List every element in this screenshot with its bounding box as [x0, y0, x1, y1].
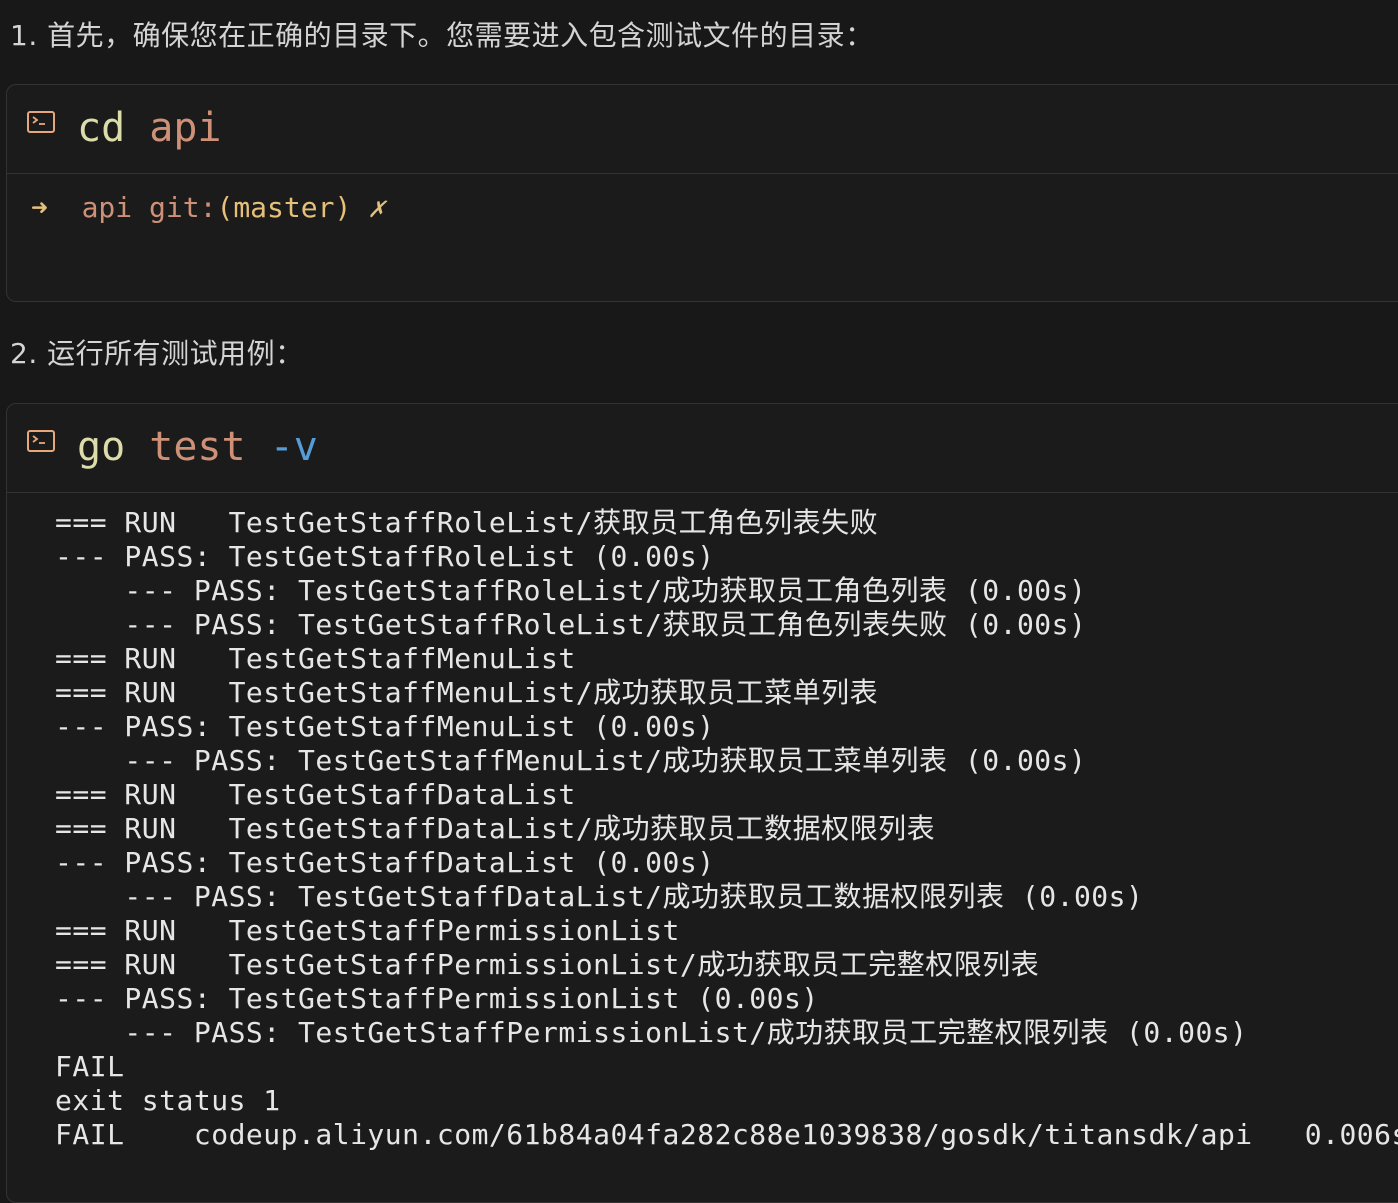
- prompt-dirty-icon: ✗: [368, 191, 386, 224]
- command-text[interactable]: cd api: [77, 105, 222, 151]
- prompt-arrow-icon: ➜: [31, 191, 48, 224]
- output-line: === RUN TestGetStaffPermissionList: [55, 914, 680, 947]
- command-name: go: [77, 424, 126, 470]
- terminal-icon[interactable]: [27, 430, 55, 452]
- prompt-branch: master: [233, 191, 335, 224]
- terminal-output: === RUN TestGetStaffRoleList/获取员工角色列表失败 -…: [55, 506, 1398, 1152]
- output-line: === RUN TestGetStaffDataList/成功获取员工数据权限列…: [55, 812, 936, 845]
- output-line: --- PASS: TestGetStaffPermissionList (0.…: [55, 982, 819, 1015]
- prompt-git-label: git:: [149, 191, 217, 224]
- output-line: --- PASS: TestGetStaffMenuList/成功获取员工菜单列…: [55, 744, 1087, 777]
- command-name: cd: [77, 105, 126, 151]
- output-line: FAIL codeup.aliyun.com/61b84a04fa282c88e…: [55, 1118, 1398, 1151]
- terminal-icon[interactable]: [27, 111, 55, 133]
- terminal-command-block-go-test: go test -v === RUN TestGetStaffRoleList/…: [6, 403, 1398, 1203]
- output-line: === RUN TestGetStaffRoleList/获取员工角色列表失败: [55, 506, 879, 539]
- command-argument: api: [149, 105, 222, 151]
- shell-prompt: ➜ api git:(master) ✗: [31, 191, 385, 224]
- output-line: === RUN TestGetStaffPermissionList/成功获取员…: [55, 948, 1040, 981]
- command-header: cd api: [7, 85, 1398, 174]
- output-line: === RUN TestGetStaffMenuList/成功获取员工菜单列表: [55, 676, 879, 709]
- output-line: --- PASS: TestGetStaffPermissionList/成功获…: [55, 1016, 1248, 1049]
- step-2-instruction: 2. 运行所有测试用例：: [10, 337, 304, 370]
- prompt-paren-close: ): [334, 191, 352, 224]
- output-line: exit status 1: [55, 1084, 281, 1117]
- command-text[interactable]: go test -v: [77, 424, 318, 470]
- output-line: === RUN TestGetStaffDataList: [55, 778, 576, 811]
- output-line: --- PASS: TestGetStaffRoleList (0.00s): [55, 540, 715, 573]
- output-line: --- PASS: TestGetStaffDataList/成功获取员工数据权…: [55, 880, 1144, 913]
- command-header: go test -v: [7, 404, 1398, 493]
- prompt-paren-open: (: [216, 191, 234, 224]
- output-line: FAIL: [55, 1050, 125, 1083]
- command-flag: -v: [269, 424, 318, 470]
- terminal-command-block-cd: cd api ➜ api git:(master) ✗: [6, 84, 1398, 302]
- output-line: === RUN TestGetStaffMenuList: [55, 642, 576, 675]
- output-line: --- PASS: TestGetStaffDataList (0.00s): [55, 846, 715, 879]
- output-line: --- PASS: TestGetStaffRoleList/获取员工角色列表失…: [55, 608, 1087, 641]
- prompt-directory: api: [81, 191, 133, 224]
- step-1-instruction: 1. 首先，确保您在正确的目录下。您需要进入包含测试文件的目录：: [10, 19, 874, 52]
- output-line: --- PASS: TestGetStaffRoleList/成功获取员工角色列…: [55, 574, 1087, 607]
- command-argument: test: [149, 424, 246, 470]
- output-line: --- PASS: TestGetStaffMenuList (0.00s): [55, 710, 715, 743]
